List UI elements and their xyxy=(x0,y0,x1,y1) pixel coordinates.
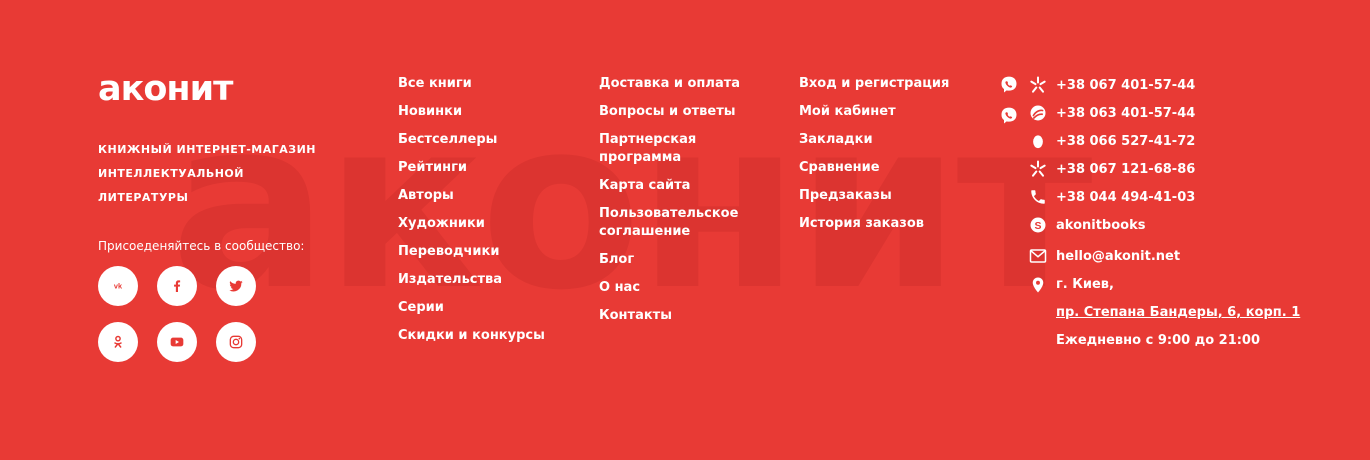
info-links: Доставка и оплата Вопросы и ответы Партн… xyxy=(599,75,769,335)
nav-link-contacts[interactable]: Контакты xyxy=(599,307,769,325)
phone-icon xyxy=(1029,188,1047,206)
nav-link-bestsellers[interactable]: Бестселлеры xyxy=(398,131,568,149)
nav-link-faq[interactable]: Вопросы и ответы xyxy=(599,103,769,121)
twitter-button[interactable] xyxy=(216,266,256,306)
odnoklassniki-icon xyxy=(114,335,122,348)
nav-link-authors[interactable]: Авторы xyxy=(398,187,568,205)
phone-number[interactable]: +38 063 401-57-44 xyxy=(1056,106,1195,121)
vodafone-icon xyxy=(1029,132,1047,150)
phone-number[interactable]: +38 067 401-57-44 xyxy=(1056,78,1195,93)
logo[interactable]: акoнит xyxy=(98,72,233,107)
vk-icon: vk xyxy=(114,282,123,291)
nav-link-order-history[interactable]: История заказов xyxy=(799,215,969,233)
social-links: vk xyxy=(98,266,256,362)
viber-icon xyxy=(999,106,1019,126)
facebook-button[interactable] xyxy=(157,266,197,306)
skype-handle[interactable]: akonitbooks xyxy=(1056,218,1145,233)
nav-link-user-agreement[interactable]: Пользовательское соглашение xyxy=(599,205,769,241)
phone-number[interactable]: +38 066 527-41-72 xyxy=(1056,134,1195,149)
kyivstar-icon xyxy=(1028,159,1048,179)
instagram-button[interactable] xyxy=(216,322,256,362)
account-links: Вход и регистрация Мой кабинет Закладки … xyxy=(799,75,969,243)
nav-link-sitemap[interactable]: Карта сайта xyxy=(599,177,769,195)
nav-link-partners[interactable]: Партнерская программа xyxy=(599,131,769,167)
svg-text:vk: vk xyxy=(114,282,123,291)
community-label: Присоеденяйтесь в сообщество: xyxy=(98,239,305,253)
nav-link-login[interactable]: Вход и регистрация xyxy=(799,75,969,93)
odnoklassniki-button[interactable] xyxy=(98,322,138,362)
kyivstar-icon xyxy=(1028,75,1048,95)
location-pin-icon xyxy=(1029,275,1047,295)
mail-icon xyxy=(1029,248,1047,264)
nav-link-cabinet[interactable]: Мой кабинет xyxy=(799,103,969,121)
nav-link-publishers[interactable]: Издательства xyxy=(398,271,568,289)
vk-button[interactable]: vk xyxy=(98,266,138,306)
nav-link-delivery[interactable]: Доставка и оплата xyxy=(599,75,769,93)
phone-number[interactable]: +38 044 494-41-03 xyxy=(1056,190,1195,205)
nav-link-series[interactable]: Серии xyxy=(398,299,568,317)
address-link[interactable]: пр. Степана Бандеры, 6, корп. 1 xyxy=(1056,305,1300,320)
nav-link-all-books[interactable]: Все книги xyxy=(398,75,568,93)
instagram-icon xyxy=(229,335,243,349)
catalog-links: Все книги Новинки Бестселлеры Рейтинги А… xyxy=(398,75,568,355)
working-hours: Ежедневно с 9:00 до 21:00 xyxy=(1056,332,1261,348)
nav-link-blog[interactable]: Блог xyxy=(599,251,769,269)
city-label: г. Киев, xyxy=(1056,276,1114,292)
phone-number[interactable]: +38 067 121-68-86 xyxy=(1056,162,1195,177)
svg-text:S: S xyxy=(1034,220,1041,232)
youtube-button[interactable] xyxy=(157,322,197,362)
email-link[interactable]: hello@akonit.net xyxy=(1056,249,1180,264)
contacts-block: +38 067 401-57-44 +38 063 401-57-44 +38 … xyxy=(998,0,1328,460)
youtube-icon xyxy=(170,337,184,347)
nav-link-about[interactable]: О нас xyxy=(599,279,769,297)
twitter-icon xyxy=(229,280,243,292)
facebook-icon xyxy=(174,280,181,292)
nav-link-artists[interactable]: Художники xyxy=(398,215,568,233)
nav-link-compare[interactable]: Сравнение xyxy=(799,159,969,177)
skype-icon: S xyxy=(1029,216,1047,234)
nav-link-bookmarks[interactable]: Закладки xyxy=(799,131,969,149)
nav-link-translators[interactable]: Переводчики xyxy=(398,243,568,261)
viber-icon xyxy=(999,75,1019,95)
lifecell-icon xyxy=(1028,103,1048,123)
nav-link-new[interactable]: Новинки xyxy=(398,103,568,121)
nav-link-ratings[interactable]: Рейтинги xyxy=(398,159,568,177)
nav-link-discounts[interactable]: Скидки и конкурсы xyxy=(398,327,568,345)
tagline: Книжный интернет-магазин интеллектуально… xyxy=(98,143,316,204)
nav-link-preorders[interactable]: Предзаказы xyxy=(799,187,969,205)
